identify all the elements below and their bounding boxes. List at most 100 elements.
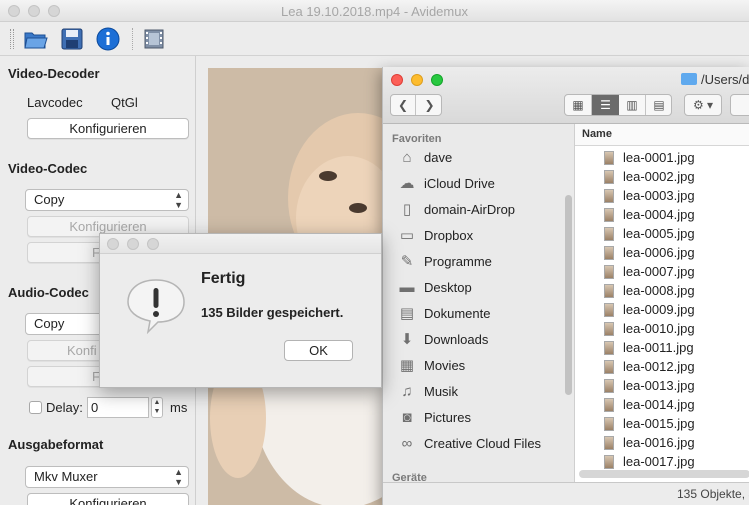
delay-checkbox[interactable] [29, 401, 42, 414]
ok-button[interactable]: OK [284, 340, 353, 361]
cover-flow-icon: ▤ [653, 98, 665, 112]
video-codec-select[interactable]: Copy ▲ ▼ [25, 189, 189, 211]
sidebar-item[interactable]: ▦ Movies [397, 354, 465, 376]
file-row[interactable]: lea-0017.jpg [575, 452, 749, 471]
sidebar-item[interactable]: ▬ Desktop [397, 276, 472, 298]
info-icon[interactable] [95, 26, 121, 52]
cover-flow-button[interactable]: ▤ [646, 95, 672, 115]
jpg-file-icon [604, 283, 614, 298]
name-column-label: Name [582, 128, 612, 140]
file-row[interactable]: lea-0009.jpg [575, 300, 749, 319]
sidebar-item[interactable]: ∞ Creative Cloud Files [397, 432, 541, 454]
back-button[interactable]: ❮ [391, 95, 416, 115]
file-row[interactable]: lea-0015.jpg [575, 414, 749, 433]
sidebar-item-label: Musik [424, 383, 458, 399]
sidebar-item[interactable]: ♫ Musik [397, 380, 458, 402]
view-mode-control: ▦ ☰ ▥ ▤ [564, 94, 672, 116]
file-row[interactable]: lea-0005.jpg [575, 224, 749, 243]
sidebar-item[interactable]: ◙ Pictures [397, 406, 471, 428]
toolbar-separator [132, 28, 133, 50]
audio-codec-heading: Audio-Codec [8, 285, 89, 300]
sidebar-item[interactable]: ⌂ dave [397, 146, 452, 168]
jpg-file-icon [604, 245, 614, 260]
jpg-file-icon [604, 188, 614, 203]
dialog-minimize-button[interactable] [127, 238, 139, 250]
decoder-qtgl-label: QtGl [111, 95, 138, 110]
file-row[interactable]: lea-0008.jpg [575, 281, 749, 300]
gear-icon: ⚙ ▾ [692, 98, 714, 112]
sidebar-item[interactable]: ▭ Dropbox [397, 224, 473, 246]
title-bar: Lea 19.10.2018.mp4 - Avidemux [0, 0, 749, 22]
file-name: lea-0008.jpg [623, 283, 695, 298]
jpg-file-icon [604, 416, 614, 431]
share-button[interactable] [730, 94, 749, 116]
file-row[interactable]: lea-0002.jpg [575, 167, 749, 186]
file-name: lea-0010.jpg [623, 321, 695, 336]
sidebar-item-label: Creative Cloud Files [424, 435, 542, 451]
sidebar-item[interactable]: ▯ domain-AirDrop [397, 198, 515, 220]
sidebar-item[interactable]: ⬇ Downloads [397, 328, 489, 350]
sidebar-item[interactable]: ☁ iCloud Drive [397, 172, 495, 194]
finder-zoom-button[interactable] [431, 74, 443, 86]
columns-icon: ▥ [626, 98, 638, 112]
file-name: lea-0005.jpg [623, 226, 695, 241]
jpg-file-icon [604, 359, 614, 374]
documents-icon: ▤ [399, 305, 415, 322]
file-row[interactable]: lea-0013.jpg [575, 376, 749, 395]
file-row[interactable]: lea-0007.jpg [575, 262, 749, 281]
finder-minimize-button[interactable] [411, 74, 423, 86]
output-format-select[interactable]: Mkv Muxer ▲ ▼ [25, 466, 189, 488]
sidebar-item-label: Desktop [424, 279, 472, 295]
video-decoder-configure-button[interactable]: Konfigurieren [27, 118, 189, 139]
name-column-header[interactable]: Name [575, 124, 749, 146]
downloads-icon: ⬇ [400, 331, 414, 348]
icon-view-button[interactable]: ▦ [565, 95, 592, 115]
item-count-label: 135 Objekte, 3 [677, 487, 749, 501]
save-disk-icon[interactable] [59, 26, 85, 52]
dialog-zoom-button[interactable] [147, 238, 159, 250]
finder-window: /Users/d ❮ ❯ ▦ ☰ ▥ ▤ ⚙ ▾ Favoriten ⌂ dave… [382, 67, 749, 505]
delay-stepper[interactable]: ▲ ▼ [151, 397, 163, 418]
delay-input[interactable]: 0 [87, 397, 149, 418]
file-row[interactable]: lea-0014.jpg [575, 395, 749, 414]
jpg-file-icon [604, 397, 614, 412]
file-name: lea-0017.jpg [623, 454, 695, 469]
output-format-configure-button[interactable]: Konfigurieren [27, 493, 189, 505]
file-row[interactable]: lea-0012.jpg [575, 357, 749, 376]
dialog-close-button[interactable] [107, 238, 119, 250]
file-row[interactable]: lea-0016.jpg [575, 433, 749, 452]
list-view-button[interactable]: ☰ [592, 95, 619, 115]
finder-path-text: /Users/d [701, 72, 749, 87]
back-forward-control: ❮ ❯ [390, 94, 442, 116]
finder-close-button[interactable] [391, 74, 403, 86]
audio-codec-value: Copy [34, 316, 65, 331]
applications-icon: ✎ [400, 253, 414, 270]
film-strip-icon[interactable] [141, 26, 167, 52]
sidebar-item-label: Downloads [424, 331, 489, 347]
sidebar-item[interactable]: ✎ Programme [397, 250, 492, 272]
file-row[interactable]: lea-0001.jpg [575, 148, 749, 167]
folder-icon [681, 73, 697, 85]
file-name: lea-0011.jpg [623, 340, 694, 355]
sidebar-scrollbar[interactable] [565, 195, 572, 395]
sidebar-item[interactable]: ▤ Dokumente [397, 302, 491, 324]
delay-unit-label: ms [170, 400, 188, 415]
column-view-button[interactable]: ▥ [619, 95, 646, 115]
horizontal-scrollbar[interactable] [579, 470, 749, 478]
file-row[interactable]: lea-0004.jpg [575, 205, 749, 224]
file-row[interactable]: lea-0010.jpg [575, 319, 749, 338]
window-title: Lea 19.10.2018.mp4 - Avidemux [281, 4, 468, 19]
file-row[interactable]: lea-0006.jpg [575, 243, 749, 262]
file-row[interactable]: lea-0003.jpg [575, 186, 749, 205]
open-folder-icon[interactable] [23, 26, 49, 52]
chevron-left-icon: ❮ [397, 98, 409, 112]
warning-exclamation-icon [127, 279, 185, 334]
file-name: lea-0006.jpg [623, 245, 695, 260]
file-name: lea-0007.jpg [623, 264, 695, 279]
sidebar-item-label: domain-AirDrop [424, 201, 516, 217]
jpg-file-icon [604, 264, 614, 279]
jpg-file-icon [604, 302, 614, 317]
file-row[interactable]: lea-0011.jpg [575, 338, 749, 357]
action-menu-button[interactable]: ⚙ ▾ [684, 94, 722, 116]
forward-button[interactable]: ❯ [417, 95, 442, 115]
